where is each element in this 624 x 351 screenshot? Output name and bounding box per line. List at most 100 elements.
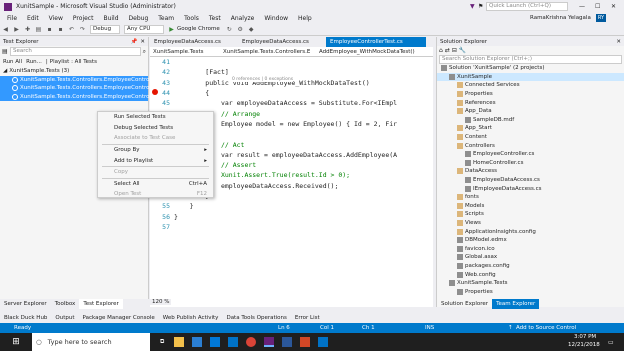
se-item[interactable]: ApplicationInsights.config xyxy=(437,227,624,236)
vs-taskbar-icon[interactable] xyxy=(264,337,275,347)
user-name[interactable]: RamaKrishna Yelagala xyxy=(530,15,591,21)
context-item[interactable]: Add to Playlist ▸ xyxy=(98,155,213,166)
se-item[interactable]: favicon.ico xyxy=(437,244,624,253)
context-item[interactable]: Open Test F12 xyxy=(98,189,213,200)
new-project-icon[interactable]: ✚ xyxy=(23,25,32,34)
config-select[interactable]: Debug xyxy=(90,24,120,34)
editor-tab[interactable]: EmployeeDataAccess.cs xyxy=(150,37,238,47)
se-item[interactable]: Solution 'XunitSample' (2 projects) xyxy=(437,64,624,73)
pin-icon[interactable]: 📌 xyxy=(131,39,138,45)
home-icon[interactable]: ⌂ xyxy=(439,47,443,54)
editor-tab[interactable]: EmployeeControllerTest.cs xyxy=(326,37,426,47)
run-target[interactable]: Google Chrome xyxy=(177,26,220,32)
output-tab[interactable]: Web Publish Activity xyxy=(159,313,223,323)
se-item[interactable]: References xyxy=(437,98,624,107)
se-item[interactable]: XunitSample xyxy=(437,72,624,82)
class-nav[interactable]: XunitSample.Tests.Controllers.E xyxy=(220,49,316,55)
minimize-button[interactable]: — xyxy=(579,3,585,10)
mail-icon[interactable] xyxy=(228,337,239,347)
taskbar-search[interactable]: ○ Type here to search xyxy=(32,333,150,351)
menu-debug[interactable]: Debug xyxy=(124,15,154,22)
user-avatar[interactable]: RY xyxy=(596,14,606,22)
edge-icon[interactable] xyxy=(192,337,203,347)
tab-toolbox[interactable]: Toolbox xyxy=(51,299,80,309)
context-item[interactable]: Copy xyxy=(98,167,213,178)
output-tab[interactable]: Black Duck Hub xyxy=(0,313,51,323)
test-search-input[interactable]: Search xyxy=(10,47,141,56)
word-icon[interactable] xyxy=(282,337,293,347)
codelens-hint[interactable]: 0 references | 0 exceptions xyxy=(232,77,294,82)
save-icon[interactable]: ▪ xyxy=(45,25,54,34)
output-tab[interactable]: Output xyxy=(51,313,78,323)
se-item[interactable]: packages.config xyxy=(437,262,624,271)
panel-close-icon[interactable]: ✕ xyxy=(140,39,145,45)
redo-icon[interactable]: ↷ xyxy=(78,25,87,34)
se-item[interactable]: EmployeeDataAccess.cs xyxy=(437,176,624,185)
se-item[interactable]: Models xyxy=(437,202,624,211)
menu-analyze[interactable]: Analyze xyxy=(226,15,260,22)
clock-date[interactable]: 12/21/2018 xyxy=(568,342,600,348)
maximize-button[interactable]: ☐ xyxy=(595,3,600,10)
se-item[interactable]: SampleDB.mdf xyxy=(437,116,624,125)
se-item[interactable]: DBModel.edmx xyxy=(437,236,624,245)
open-icon[interactable]: ▤ xyxy=(34,25,43,34)
breakpoint-icon[interactable] xyxy=(152,89,158,95)
se-item[interactable]: Content xyxy=(437,133,624,142)
menu-window[interactable]: Window xyxy=(259,15,293,22)
se-item[interactable]: HomeController.cs xyxy=(437,159,624,168)
undo-icon[interactable]: ↶ xyxy=(67,25,76,34)
se-item[interactable]: Properties xyxy=(437,90,624,99)
outlook-icon[interactable] xyxy=(318,337,329,347)
menu-help[interactable]: Help xyxy=(293,15,317,22)
notification-center-icon[interactable]: ▭ xyxy=(608,339,614,346)
forward-icon[interactable]: ▶ xyxy=(12,25,21,34)
tab-test-explorer[interactable]: Test Explorer xyxy=(79,299,123,309)
se-item[interactable]: IEmployeeDataAccess.cs xyxy=(437,184,624,193)
debug-icon[interactable]: ◆ xyxy=(247,25,256,34)
se-item[interactable]: App_Start xyxy=(437,124,624,133)
se-item[interactable]: Web.config xyxy=(437,270,624,279)
test-item[interactable]: XunitSample.Tests.Controllers.EmployeeCo… xyxy=(0,92,161,102)
se-search-input[interactable]: Search Solution Explorer (Ctrl+;) xyxy=(439,55,622,64)
filter-icon[interactable]: ▼ xyxy=(470,3,475,10)
menu-tools[interactable]: Tools xyxy=(179,15,204,22)
test-group[interactable]: ◢ XunitSample.Tests (3) xyxy=(0,67,148,76)
se-item[interactable]: DataAccess xyxy=(437,167,624,176)
context-item[interactable]: Select All Ctrl+A xyxy=(98,179,213,190)
menu-team[interactable]: Team xyxy=(153,15,179,22)
menu-edit[interactable]: Edit xyxy=(22,15,44,22)
se-item[interactable]: Connected Services xyxy=(437,81,624,90)
se-item[interactable]: Views xyxy=(437,219,624,228)
se-close-icon[interactable]: ✕ xyxy=(616,39,621,45)
se-item[interactable]: Properties xyxy=(437,287,624,296)
add-to-source-control[interactable]: Add to Source Control xyxy=(516,325,576,331)
windows-start-icon[interactable]: ⊞ xyxy=(9,336,23,348)
project-nav[interactable]: XunitSample.Tests xyxy=(150,49,220,55)
properties-icon[interactable]: 🔧 xyxy=(459,47,466,54)
context-item[interactable]: Group By ▸ xyxy=(98,145,213,156)
se-item[interactable]: XunitSample.Tests xyxy=(437,279,624,288)
notification-icon[interactable]: ⚑ xyxy=(478,3,483,10)
context-item[interactable]: Associate to Test Case xyxy=(98,133,213,144)
tool-icon[interactable]: ⚙ xyxy=(236,25,245,34)
chrome-icon[interactable] xyxy=(246,337,257,347)
ppt-icon[interactable] xyxy=(300,337,311,347)
clock-time[interactable]: 3:07 PM xyxy=(574,334,596,340)
menu-view[interactable]: View xyxy=(44,15,68,22)
collapse-all-icon[interactable]: ⊟ xyxy=(452,47,457,54)
se-tab[interactable]: Solution Explorer xyxy=(437,299,492,309)
output-tab[interactable]: Package Manager Console xyxy=(79,313,159,323)
back-icon[interactable]: ◀ xyxy=(1,25,10,34)
menu-test[interactable]: Test xyxy=(204,15,226,22)
platform-select[interactable]: Any CPU xyxy=(124,24,164,34)
store-icon[interactable] xyxy=(210,337,221,347)
close-button[interactable]: ✕ xyxy=(611,3,616,10)
se-item[interactable]: Scripts xyxy=(437,210,624,219)
editor-tab[interactable]: EmployeeDataAccess.cs xyxy=(238,37,326,47)
group-icon[interactable]: ▤ xyxy=(2,48,10,55)
task-view-icon[interactable]: ⧉ xyxy=(160,338,164,346)
run-all-link[interactable]: Run All xyxy=(3,59,22,65)
run-link[interactable]: Run... xyxy=(26,59,42,65)
sync-icon[interactable]: ⇄ xyxy=(445,47,450,54)
context-item[interactable]: Debug Selected Tests xyxy=(98,123,213,134)
